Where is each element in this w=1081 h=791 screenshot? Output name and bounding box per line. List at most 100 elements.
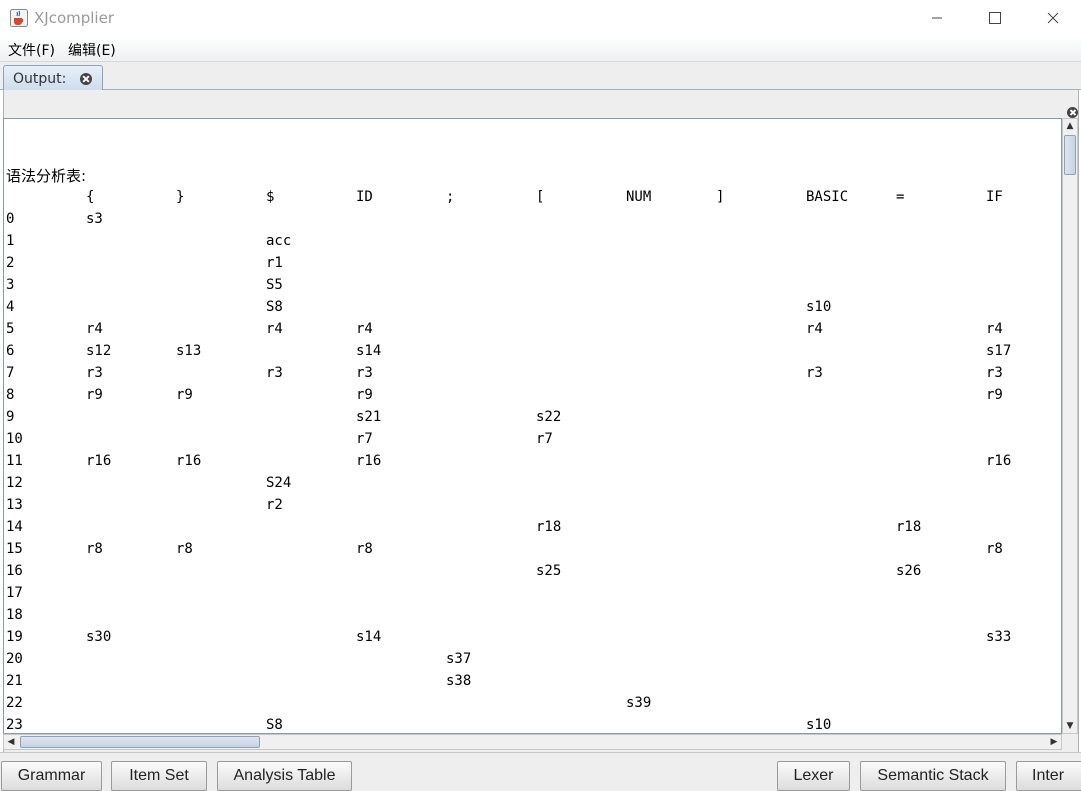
table-row: 9 s21 s22 — [4, 407, 1061, 429]
lexer-button[interactable]: Lexer — [777, 761, 850, 791]
minimize-icon — [932, 17, 942, 19]
table-cell: r3 — [86, 365, 103, 381]
tab-strip: Output: — [0, 62, 1081, 91]
vertical-scrollbar[interactable]: ▲ ▼ — [1062, 118, 1078, 734]
scroll-right-icon[interactable]: ▶ — [1047, 735, 1061, 749]
window-title: XJcomplier — [34, 9, 114, 27]
table-cell: s12 — [86, 343, 112, 359]
table-row: 8 r9 r9 r9 r9 — [4, 385, 1061, 407]
state-number: 6 — [6, 343, 15, 359]
tab-close-icon[interactable] — [80, 73, 92, 85]
table-row: 3 S5 — [4, 275, 1061, 297]
state-number: 15 — [6, 541, 23, 557]
semantic-stack-button[interactable]: Semantic Stack — [860, 761, 1006, 791]
column-header: ID — [356, 189, 373, 205]
table-cell: s13 — [176, 343, 202, 359]
horizontal-scroll-thumb[interactable] — [20, 736, 260, 748]
state-number: 22 — [6, 695, 23, 711]
state-number: 5 — [6, 321, 15, 337]
table-row: 5 r4 r4 r4 r4 r4 — [4, 319, 1061, 341]
tab-output[interactable]: Output: — [3, 65, 103, 91]
table-row: 23 S8 s10 — [4, 715, 1061, 733]
minimize-button[interactable] — [908, 0, 966, 36]
tab-output-label: Output: — [13, 71, 67, 87]
state-number: 11 — [6, 453, 23, 469]
table-cell: r3 — [986, 365, 1003, 381]
grammar-button[interactable]: Grammar — [1, 761, 102, 791]
table-row: 14 r18 r18 — [4, 517, 1061, 539]
table-cell: r8 — [86, 541, 103, 557]
inter-button[interactable]: Inter — [1016, 761, 1081, 791]
table-cell: s14 — [356, 629, 382, 645]
table-cell: r18 — [896, 519, 922, 535]
state-number: 17 — [6, 585, 23, 601]
table-cell: s17 — [986, 343, 1012, 359]
table-cell: r2 — [266, 497, 283, 513]
table-cell: r16 — [986, 453, 1012, 469]
table-cell: r4 — [806, 321, 823, 337]
table-cell: acc — [266, 233, 292, 249]
table-cell: r9 — [86, 387, 103, 403]
table-row: 21 s38 — [4, 671, 1061, 693]
panel-close-icon[interactable] — [1067, 107, 1078, 118]
state-number: 18 — [6, 607, 23, 623]
table-row: 2 r1 — [4, 253, 1061, 275]
state-number: 8 — [6, 387, 15, 403]
item-set-button[interactable]: Item Set — [111, 761, 207, 791]
state-number: 19 — [6, 629, 23, 645]
vertical-scroll-thumb[interactable] — [1064, 135, 1076, 175]
analysis-table-button[interactable]: Analysis Table — [217, 761, 352, 791]
table-cell: r4 — [356, 321, 373, 337]
table-row: 4 S8 s10 — [4, 297, 1061, 319]
table-row: 19 s30 s14 s33 — [4, 627, 1061, 649]
state-number: 3 — [6, 277, 15, 293]
table-cell: r3 — [356, 365, 373, 381]
column-header: { — [86, 189, 95, 205]
table-row: 10 r7 r7 — [4, 429, 1061, 451]
table-row: 13 r2 — [4, 495, 1061, 517]
table-header-row: {} $ ID; [NUM] BASIC = IF — [4, 187, 1061, 209]
menu-file[interactable]: 文件(F) — [8, 40, 55, 60]
table-row: 16 s25 s26 — [4, 561, 1061, 583]
table-cell: r16 — [86, 453, 112, 469]
table-row: 17 — [4, 583, 1061, 605]
panel-header — [4, 98, 1078, 118]
scroll-down-icon[interactable]: ▼ — [1063, 719, 1077, 733]
bottom-button-bar: Grammar Item Set Analysis Table Lexer Se… — [0, 752, 1081, 791]
state-number: 1 — [6, 233, 15, 249]
state-number: 12 — [6, 475, 23, 491]
table-row: 0 s3 — [4, 209, 1061, 231]
table-cell: s21 — [356, 409, 382, 425]
java-coffee-icon — [10, 9, 28, 27]
state-number: 20 — [6, 651, 23, 667]
table-cell: s25 — [536, 563, 562, 579]
table-cell: r1 — [266, 255, 283, 271]
column-header: [ — [536, 189, 545, 205]
menu-edit[interactable]: 编辑(E) — [68, 40, 116, 60]
table-cell: r16 — [176, 453, 202, 469]
column-header: } — [176, 189, 185, 205]
horizontal-scrollbar[interactable]: ◀ ▶ — [3, 734, 1062, 750]
table-cell: r4 — [86, 321, 103, 337]
table-cell: s10 — [806, 717, 832, 733]
state-number: 7 — [6, 365, 15, 381]
table-cell: s26 — [896, 563, 922, 579]
table-cell: r8 — [986, 541, 1003, 557]
table-cell: r4 — [986, 321, 1003, 337]
table-cell: r3 — [806, 365, 823, 381]
table-row: 15 r8 r8 r8 r8 — [4, 539, 1061, 561]
column-header: = — [896, 189, 905, 205]
output-text-area[interactable]: 语法分析表: {} $ ID; [NUM] BASIC = IF 0 s3 1 acc 2 r1 3 S5 4… — [3, 118, 1062, 734]
close-icon — [1047, 12, 1059, 24]
table-row: 1 acc — [4, 231, 1061, 253]
table-cell: s38 — [446, 673, 472, 689]
close-button[interactable] — [1024, 0, 1081, 36]
table-cell: r9 — [176, 387, 193, 403]
state-number: 23 — [6, 717, 23, 733]
menu-bar: 文件(F) 编辑(E) — [0, 36, 1081, 62]
scroll-left-icon[interactable]: ◀ — [4, 735, 18, 749]
column-header: ] — [716, 189, 725, 205]
column-header: ; — [446, 189, 455, 205]
scroll-up-icon[interactable]: ▲ — [1063, 119, 1077, 133]
maximize-button[interactable] — [966, 0, 1024, 36]
